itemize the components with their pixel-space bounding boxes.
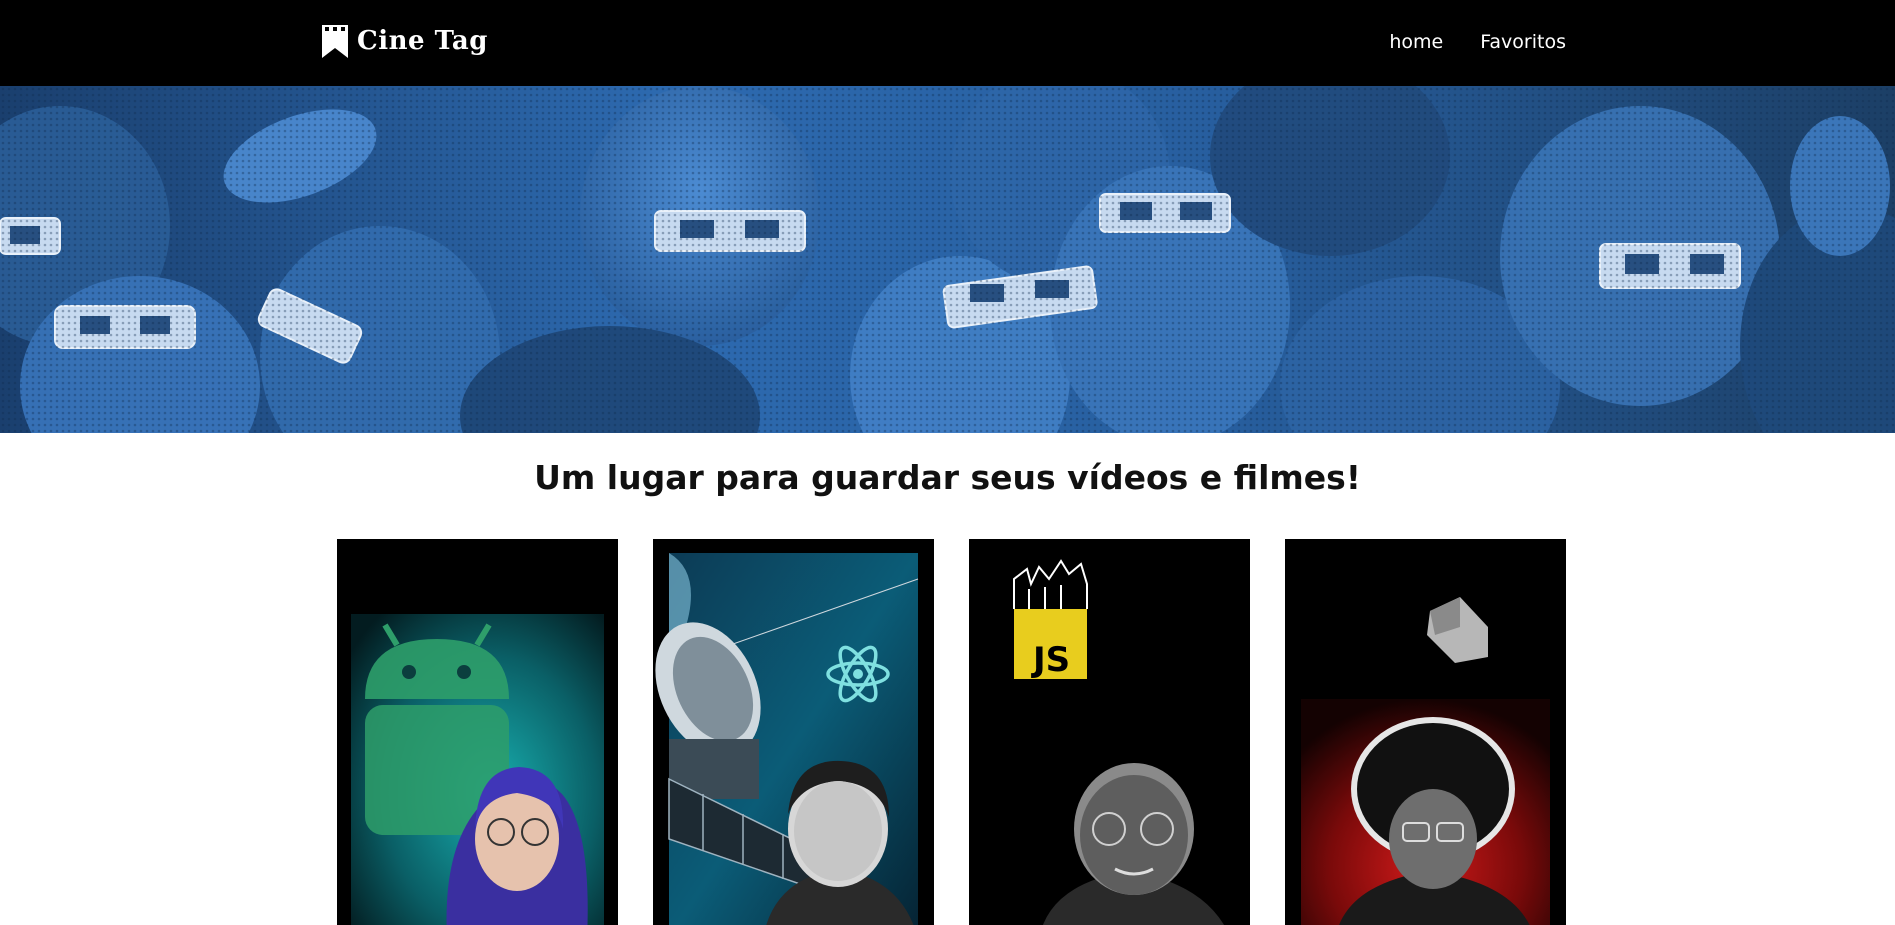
video-card-react[interactable] — [653, 539, 934, 925]
react-thumbnail-image — [653, 539, 934, 925]
android-thumbnail-image — [337, 539, 618, 925]
video-card-list: JS — [337, 539, 1566, 925]
hero-banner — [0, 86, 1895, 433]
video-card-javascript[interactable]: JS — [969, 539, 1250, 925]
dart-thumbnail-image — [1285, 539, 1566, 925]
javascript-thumbnail-image: JS — [969, 539, 1250, 925]
page-title: Um lugar para guardar seus vídeos e film… — [534, 458, 1361, 497]
video-card-dart[interactable] — [1285, 539, 1566, 925]
js-logo-text: JS — [1031, 640, 1070, 680]
video-card-android[interactable] — [337, 539, 618, 925]
nav-link-favoritos[interactable]: Favoritos — [1480, 28, 1566, 56]
top-header: Cine Tag home Favoritos — [0, 0, 1895, 86]
brand-logo[interactable]: Cine Tag — [322, 24, 488, 58]
brand-name: Cine Tag — [357, 26, 488, 56]
cinema-audience-image — [0, 86, 1895, 433]
nav-link-home[interactable]: home — [1389, 28, 1443, 56]
main-nav: home Favoritos — [1389, 28, 1566, 56]
bookmark-film-icon — [322, 24, 348, 58]
